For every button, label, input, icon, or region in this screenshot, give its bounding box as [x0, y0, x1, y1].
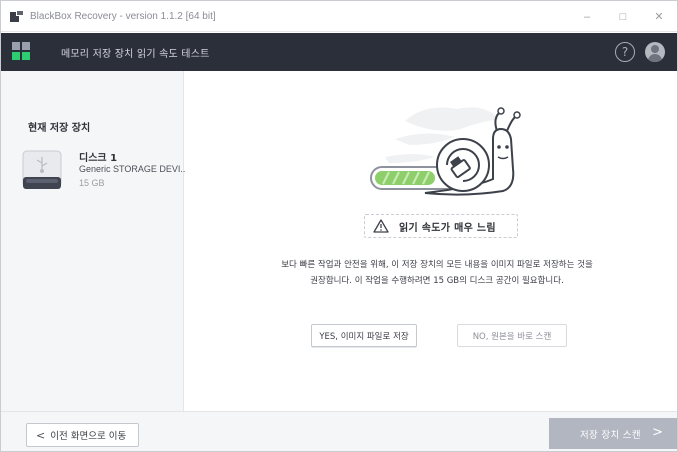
warning-box: 읽기 속도가 매우 느림	[364, 214, 518, 238]
back-button-label: 이전 화면으로 이동	[50, 431, 127, 442]
scan-original-button[interactable]: NO, 원본을 바로 스캔	[457, 324, 567, 347]
app-logo-icon	[12, 42, 32, 62]
window-controls: – □ ✕	[569, 1, 677, 32]
sidebar-heading: 현재 저장 장치	[28, 123, 91, 134]
user-icon[interactable]	[645, 42, 665, 62]
chevron-right-icon: >	[652, 425, 663, 440]
device-name: 디스크 1	[79, 153, 118, 164]
message-line-1: 보다 빠른 작업과 안전을 위해, 이 저장 장치의 모든 내용을 이미지 파일…	[281, 260, 593, 270]
minimize-button[interactable]: –	[569, 1, 605, 32]
save-image-button[interactable]: YES, 이미지 파일로 저장	[311, 324, 417, 347]
main-panel: 읽기 속도가 매우 느림 보다 빠른 작업과 안전을 위해, 이 저장 장치의 …	[185, 71, 677, 411]
device-model: Generic STORAGE DEVI...	[79, 164, 188, 174]
window-title: BlackBox Recovery - version 1.1.2 [64 bi…	[30, 10, 216, 22]
warning-icon	[373, 219, 389, 233]
device-size: 15 GB	[79, 178, 105, 188]
title-bar: BlackBox Recovery - version 1.1.2 [64 bi…	[1, 1, 677, 32]
recommendation-message: 보다 빠른 작업과 안전을 위해, 이 저장 장치의 모든 내용을 이미지 파일…	[239, 257, 635, 289]
warning-text: 읽기 속도가 매우 느림	[399, 222, 496, 234]
sidebar: 현재 저장 장치 디스크 1 Generic STORAGE DEVI... 1…	[1, 71, 188, 411]
device-item[interactable]: 디스크 1 Generic STORAGE DEVI... 15 GB	[21, 149, 188, 199]
back-button[interactable]: < 이전 화면으로 이동	[26, 423, 139, 447]
close-button[interactable]: ✕	[641, 1, 677, 32]
app-window: BlackBox Recovery - version 1.1.2 [64 bi…	[0, 0, 678, 452]
scan-button-label: 저장 장치 스캔	[580, 429, 641, 441]
help-icon[interactable]: ?	[615, 42, 635, 62]
message-line-2: 권장합니다. 이 작업을 수행하려면 15 GB의 디스크 공간이 필요합니다.	[310, 276, 564, 286]
maximize-button[interactable]: □	[605, 1, 641, 32]
page-title: 메모리 저장 장치 읽기 속도 테스트	[61, 48, 210, 60]
chevron-left-icon: <	[36, 428, 46, 442]
app-icon	[10, 10, 24, 22]
app-header: 메모리 저장 장치 읽기 속도 테스트 ?	[1, 33, 677, 71]
snail-progress-illustration	[370, 107, 521, 196]
footer: < 이전 화면으로 이동 저장 장치 스캔 >	[1, 411, 677, 451]
usb-drive-icon	[22, 150, 62, 189]
scan-device-button[interactable]: 저장 장치 스캔 >	[549, 418, 677, 449]
